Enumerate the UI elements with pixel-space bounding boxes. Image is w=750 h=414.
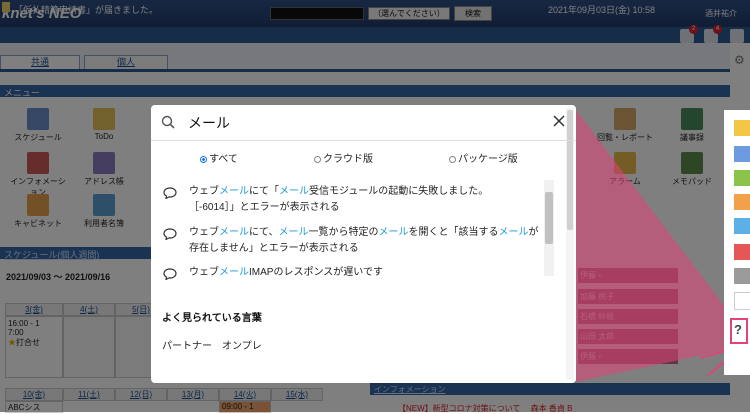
tool-swatch[interactable] <box>734 218 750 234</box>
dialog-search-input[interactable]: メール <box>188 113 230 133</box>
chat-bubble-icon <box>163 187 177 199</box>
result-text: ウェブ <box>189 267 219 278</box>
tool-swatch[interactable] <box>734 244 750 260</box>
folder-icon[interactable] <box>734 120 750 136</box>
result-text: ウェブ <box>189 227 219 238</box>
dialog-scroll-thumb[interactable] <box>567 110 573 230</box>
result-text: が <box>528 227 539 238</box>
result-line: ［-6014］」とエラーが表示される <box>189 200 539 216</box>
tool-swatch[interactable] <box>734 194 750 210</box>
chat-bubble-icon <box>163 268 177 280</box>
result-text: 存在しません」とエラーが表示される <box>189 243 359 254</box>
result-text: ［-6014］」とエラーが表示される <box>189 202 340 213</box>
result-line: ウェブメールにて「メール受信モジュールの起動に失敗しました。 <box>189 184 539 200</box>
radio-icon <box>314 156 321 163</box>
keyword-highlight: メール <box>278 227 309 238</box>
filter-package-radio[interactable]: パッケージ版 <box>449 150 518 165</box>
search-icon <box>161 115 175 129</box>
pencil-icon[interactable] <box>734 292 750 310</box>
popular-terms[interactable]: パートナー オンプレ <box>162 337 262 352</box>
result-text: にて、 <box>249 227 279 238</box>
filter-all-radio[interactable]: すべて <box>200 150 238 165</box>
keyword-highlight: メール <box>219 227 249 238</box>
result-text: にて「 <box>249 186 279 197</box>
tool-swatch[interactable] <box>734 268 750 284</box>
filter-cloud-radio[interactable]: クラウド版 <box>314 150 373 165</box>
keyword-highlight: メール <box>219 267 249 278</box>
radio-selected-icon <box>200 156 207 163</box>
tool-swatch[interactable] <box>734 170 750 186</box>
result-text: ウェブ <box>189 186 219 197</box>
result-text: 一覧から特定の <box>308 227 379 238</box>
keyword-highlight: メール <box>219 186 249 197</box>
help-icon[interactable]: ? <box>730 318 748 344</box>
keyword-highlight: メール <box>498 227 529 238</box>
radio-icon <box>449 156 456 163</box>
popular-terms-heading: よく見られている言葉 <box>162 313 262 324</box>
result-text: 受信モジュールの起動に失敗しました。 <box>309 186 489 197</box>
chat-bubble-icon <box>163 228 177 240</box>
result-line: ウェブメールにて、メール一覧から特定のメールを開くと「該当するメールが <box>189 225 539 241</box>
search-results: ウェブメールにて「メール受信モジュールの起動に失敗しました。 ［-6014］」とエ… <box>160 180 540 280</box>
result-text: を開くと「該当する <box>408 227 499 238</box>
results-scroll-thumb[interactable] <box>545 192 553 244</box>
tool-swatch[interactable] <box>734 146 750 162</box>
close-icon[interactable] <box>551 113 567 129</box>
result-text: IMAPのレスポンスが遅いです <box>249 267 383 278</box>
keyword-highlight: メール <box>378 227 409 238</box>
dialog-divider <box>151 140 576 141</box>
result-line: 存在しません」とエラーが表示される <box>189 241 539 257</box>
result-line: ウェブメールIMAPのレスポンスが遅いです <box>189 265 539 280</box>
keyword-highlight: メール <box>279 186 309 197</box>
